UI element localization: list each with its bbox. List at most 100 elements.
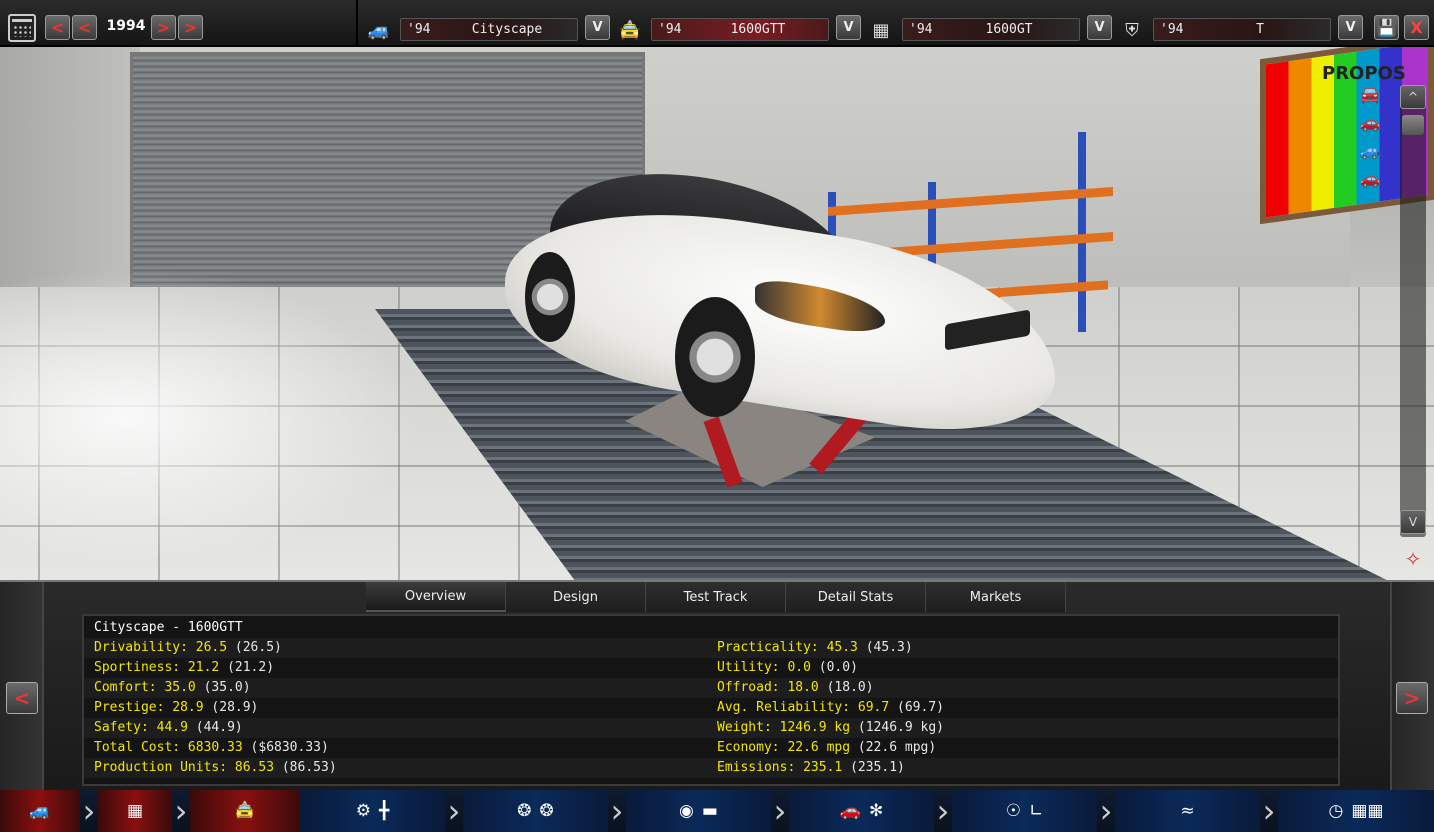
body-style-scrollbar[interactable] xyxy=(1400,87,1426,537)
stat-economy: Economy: 22.6 mpg (22.6 mpg) xyxy=(717,740,937,755)
chassis-name: 1600GT xyxy=(985,22,1033,37)
engine-name: T xyxy=(1256,22,1264,37)
trim-selector[interactable]: '94 1600GTT xyxy=(651,18,829,41)
save-icon: 💾 xyxy=(1376,18,1397,37)
sports-icon[interactable]: 🚗 xyxy=(1350,169,1390,189)
tab-detail-stats[interactable]: Detail Stats xyxy=(786,582,926,612)
floor-sunlight xyxy=(0,267,420,567)
model-title: Cityscape - 1600GTT xyxy=(94,620,243,635)
engine-gearbox-step[interactable]: ⚙ ╋ xyxy=(300,790,445,832)
stat-row: Sportiness: 21.2 (21.2) Utility: 0.0 (0.… xyxy=(84,658,1338,678)
hatch-icon[interactable]: 🚙 xyxy=(1350,141,1390,161)
model-selector[interactable]: '94 Cityscape xyxy=(400,18,578,41)
car-body-icon: 🚗 xyxy=(839,801,861,821)
panel-next-button[interactable]: > xyxy=(1396,682,1428,714)
car-model-render[interactable] xyxy=(505,155,1055,457)
year-next-fast-button[interactable]: > xyxy=(178,15,203,40)
year-prev-button[interactable]: < xyxy=(72,15,97,40)
steering-wheel-icon: ☉ xyxy=(1005,801,1021,821)
model-name: Cityscape xyxy=(471,22,543,37)
save-button[interactable]: 💾 xyxy=(1374,15,1399,40)
stat-row: Prestige: 28.9 (28.9) Avg. Reliability: … xyxy=(84,698,1338,718)
tyre-icon: ▬ xyxy=(701,801,718,821)
engine-selector[interactable]: '94 T xyxy=(1153,18,1331,41)
engine-dropdown-button[interactable]: V xyxy=(1338,15,1363,40)
overview-stats: Cityscape - 1600GTT Drivability: 26.5 (2… xyxy=(82,614,1340,786)
scroll-thumb[interactable] xyxy=(1402,115,1424,135)
panel-right-column: > xyxy=(1390,582,1434,792)
camera-orbit-icon[interactable]: ✧ xyxy=(1398,547,1428,571)
stat-emissions: Emissions: 235.1 (235.1) xyxy=(717,760,905,775)
rack-post xyxy=(1078,132,1086,332)
stat-row: Production Units: 86.53 (86.53) Emission… xyxy=(84,758,1338,778)
engine-year: '94 xyxy=(1160,22,1184,37)
tab-design[interactable]: Design xyxy=(506,582,646,612)
chevron-right-icon: › xyxy=(610,792,624,830)
engine-icon: ⛨ xyxy=(1125,19,1139,41)
car-model-step[interactable]: 🚙 xyxy=(0,790,80,832)
sedan-icon[interactable]: 🚗 xyxy=(1350,113,1390,133)
stat-weight: Weight: 1246.9 kg (1246.9 kg) xyxy=(717,720,944,735)
chassis-icon: ▦ xyxy=(872,19,890,41)
stat-row: Safety: 44.9 (44.9) Weight: 1246.9 kg (1… xyxy=(84,718,1338,738)
model-year: '94 xyxy=(407,22,431,37)
workflow-bar: 🚙 › ▦ › 🚖 ⚙ ╋ › ❂ ❂ › ◉ ▬ › 🚗 ✻ › ☉ ∟ › ≈ › ◷… xyxy=(0,790,1434,832)
stat-safety: Safety: 44.9 (44.9) xyxy=(94,720,243,735)
close-button[interactable]: X xyxy=(1404,15,1429,40)
panel-prev-button[interactable]: < xyxy=(6,682,38,714)
chevron-right-icon: › xyxy=(82,792,96,830)
tyre-brake-step[interactable]: ◉ ▬ xyxy=(626,790,771,832)
wheels-step[interactable]: ❂ ❂ xyxy=(463,790,608,832)
car-wheel xyxy=(525,252,575,342)
board-title: PROPOS xyxy=(1322,63,1406,84)
test-step[interactable]: ◷ ▦▦ xyxy=(1278,790,1434,832)
checkered-flag-icon: ▦▦ xyxy=(1351,801,1384,821)
chevron-right-icon: › xyxy=(936,792,950,830)
calendar-icon[interactable] xyxy=(8,14,36,42)
spring-icon: ≈ xyxy=(1180,801,1195,821)
car-wheel xyxy=(675,297,755,417)
chassis-step[interactable]: ▦ xyxy=(98,790,172,832)
tab-overview[interactable]: Overview xyxy=(366,582,506,612)
chevron-right-icon: › xyxy=(1099,792,1113,830)
tab-markets[interactable]: Markets xyxy=(926,582,1066,612)
coupe-icon[interactable]: 🚘 xyxy=(1350,85,1390,105)
garage-3d-view[interactable]: PROPOS ^ V 🚘 🚗 🚙 🚗 ✧ xyxy=(0,47,1434,580)
chassis-selector[interactable]: '94 1600GT xyxy=(902,18,1080,41)
stat-prestige: Prestige: 28.9 (28.9) xyxy=(94,700,259,715)
stat-offroad: Offroad: 18.0 (18.0) xyxy=(717,680,874,695)
chevron-right-icon: › xyxy=(447,792,461,830)
gauge-icon: ◷ xyxy=(1328,801,1344,821)
year-label: 1994 xyxy=(106,18,146,34)
chassis-dropdown-button[interactable]: V xyxy=(1087,15,1112,40)
stat-utility: Utility: 0.0 (0.0) xyxy=(717,660,858,675)
fan-icon: ✻ xyxy=(868,801,884,821)
interior-step[interactable]: ☉ ∟ xyxy=(952,790,1097,832)
year-next-button[interactable]: > xyxy=(151,15,176,40)
chevron-right-icon: › xyxy=(1262,792,1276,830)
stat-row: Drivability: 26.5 (26.5) Practicality: 4… xyxy=(84,638,1338,658)
suspension-step[interactable]: ≈ xyxy=(1115,790,1260,832)
scroll-down-button[interactable]: V xyxy=(1400,510,1426,534)
stat-row: Total Cost: 6830.33 ($6830.33) Economy: … xyxy=(84,738,1338,758)
car-icon: 🚙 xyxy=(367,19,391,41)
chassis-year: '94 xyxy=(909,22,933,37)
wheel-icon: ❂ xyxy=(539,801,554,821)
model-dropdown-button[interactable]: V xyxy=(585,15,610,40)
year-prev-fast-button[interactable]: < xyxy=(45,15,70,40)
stat-practicality: Practicality: 45.3 (45.3) xyxy=(717,640,913,655)
seat-icon: ∟ xyxy=(1029,801,1044,821)
trim-year: '94 xyxy=(658,22,682,37)
stat-total-cost: Total Cost: 6830.33 ($6830.33) xyxy=(94,740,329,755)
scroll-up-button[interactable]: ^ xyxy=(1400,85,1426,109)
stat-sportiness: Sportiness: 21.2 (21.2) xyxy=(94,660,275,675)
panel-left-column: < xyxy=(0,582,44,792)
top-toolbar: < < 1994 > > 🚙 '94 Cityscape V 🚖 '94 160… xyxy=(0,0,1434,47)
trim-dropdown-button[interactable]: V xyxy=(836,15,861,40)
car-trim-icon: 🚖 xyxy=(618,19,642,41)
trim-step[interactable]: 🚖 xyxy=(190,790,300,832)
tab-test-track[interactable]: Test Track xyxy=(646,582,786,612)
stat-comfort: Comfort: 35.0 (35.0) xyxy=(94,680,251,695)
stat-production-units: Production Units: 86.53 (86.53) xyxy=(94,760,337,775)
body-aero-step[interactable]: 🚗 ✻ xyxy=(789,790,934,832)
